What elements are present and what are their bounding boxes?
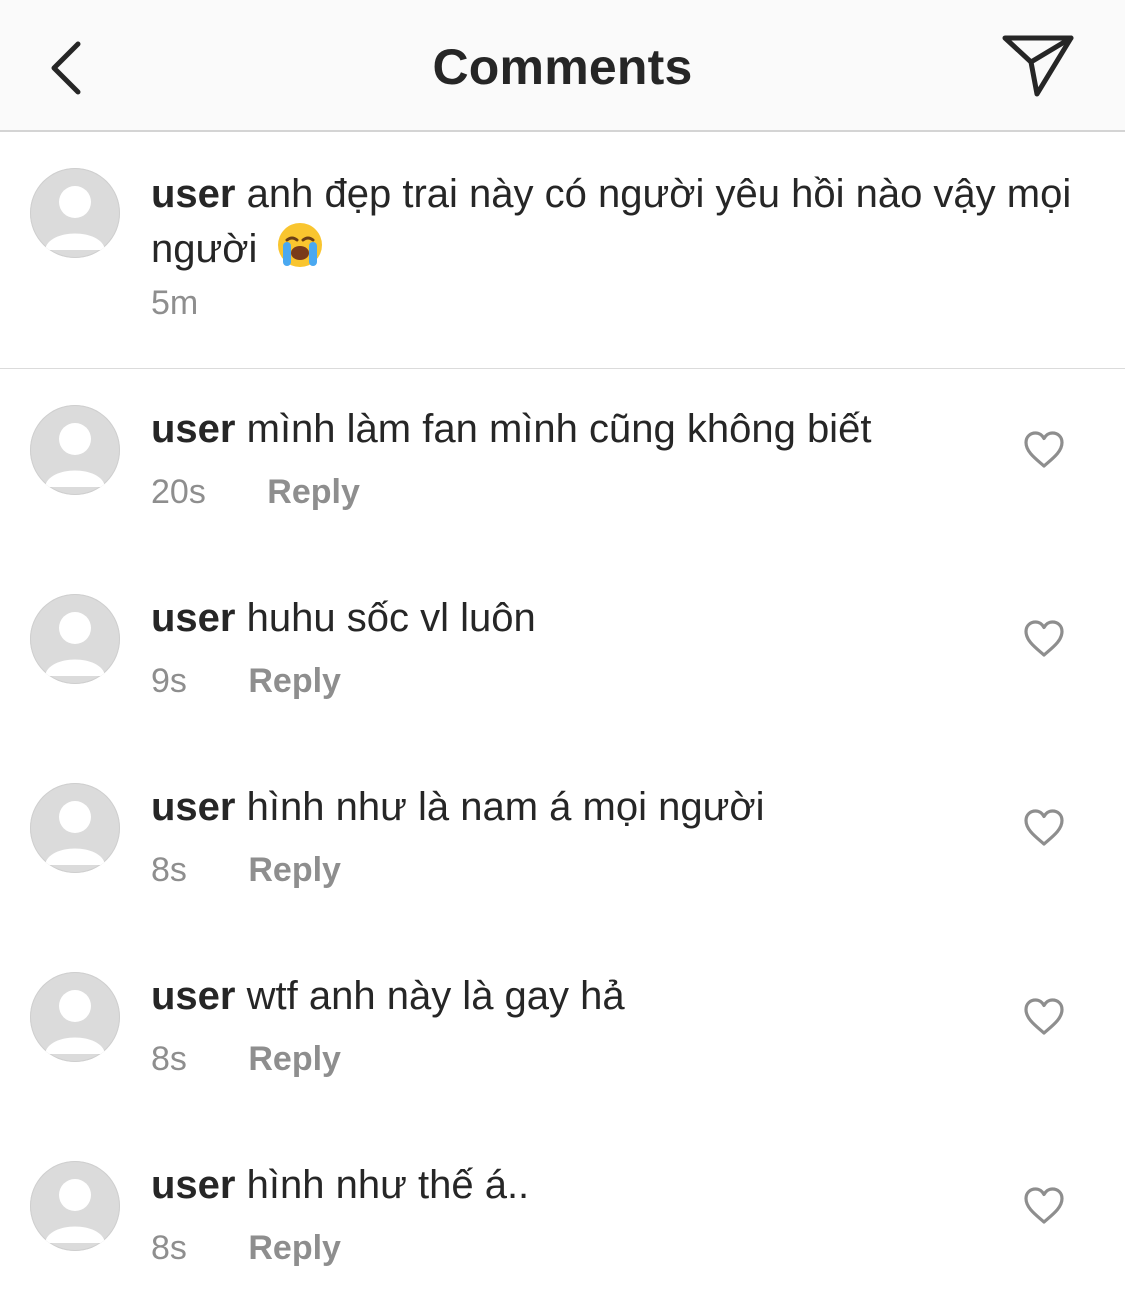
timestamp: 8s (151, 851, 187, 889)
heart-icon[interactable] (1022, 618, 1066, 660)
comment-meta: 8s Reply (151, 1040, 341, 1079)
caption-meta: 5m (151, 284, 198, 323)
heart-icon[interactable] (1022, 807, 1066, 849)
post-caption: user anh đẹp trai này có người yêu hồi n… (0, 132, 1125, 369)
comment-meta: 9s Reply (151, 662, 341, 701)
comment-text: user wtf anh này là gay hả (151, 970, 625, 1022)
username[interactable]: user (151, 172, 236, 216)
reply-button[interactable]: Reply (267, 473, 360, 511)
avatar[interactable] (30, 783, 120, 873)
comment-body: hình như thế á.. (246, 1163, 530, 1207)
comment-meta: 8s Reply (151, 851, 341, 890)
caption-text: user anh đẹp trai này có người yêu hồi n… (151, 168, 1081, 275)
avatar[interactable] (30, 405, 120, 495)
username[interactable]: user (151, 785, 236, 829)
reply-button[interactable]: Reply (248, 851, 341, 889)
heart-icon[interactable] (1022, 996, 1066, 1038)
loudly-crying-face-emoji (275, 220, 325, 270)
heart-icon[interactable] (1022, 429, 1066, 471)
timestamp: 8s (151, 1040, 187, 1078)
top-bar: Comments (0, 0, 1125, 132)
reply-button[interactable]: Reply (248, 1040, 341, 1078)
reply-button[interactable]: Reply (248, 1229, 341, 1267)
comment-item: user mình làm fan mình cũng không biết 2… (0, 369, 1125, 558)
page-title: Comments (432, 39, 693, 95)
comment-text: user huhu sốc vl luôn (151, 592, 536, 644)
comment-meta: 8s Reply (151, 1229, 341, 1268)
username[interactable]: user (151, 974, 236, 1018)
comment-body: huhu sốc vl luôn (246, 596, 536, 640)
comment-text: user mình làm fan mình cũng không biết (151, 403, 871, 455)
username[interactable]: user (151, 596, 236, 640)
avatar[interactable] (30, 168, 120, 258)
avatar[interactable] (30, 594, 120, 684)
comment-text: user hình như là nam á mọi người (151, 781, 764, 833)
comment-item: user hình như thế á.. 8s Reply (0, 1125, 1125, 1314)
timestamp: 8s (151, 1229, 187, 1267)
username[interactable]: user (151, 1163, 236, 1207)
timestamp: 9s (151, 662, 187, 700)
comment-item: user hình như là nam á mọi người 8s Repl… (0, 747, 1125, 936)
comment-item: user huhu sốc vl luôn 9s Reply (0, 558, 1125, 747)
comment-meta: 20s Reply (151, 473, 360, 512)
reply-button[interactable]: Reply (248, 662, 341, 700)
comment-body: hình như là nam á mọi người (246, 785, 765, 829)
username[interactable]: user (151, 407, 236, 451)
avatar[interactable] (30, 972, 120, 1062)
comment-body: mình làm fan mình cũng không biết (246, 407, 872, 451)
comment-body: wtf anh này là gay hả (246, 974, 625, 1018)
avatar[interactable] (30, 1161, 120, 1251)
paper-plane-icon[interactable] (995, 28, 1081, 104)
heart-icon[interactable] (1022, 1185, 1066, 1227)
comment-item: user wtf anh này là gay hả 8s Reply (0, 936, 1125, 1125)
comment-text: user hình như thế á.. (151, 1159, 529, 1211)
timestamp: 20s (151, 473, 206, 511)
timestamp: 5m (151, 284, 199, 322)
